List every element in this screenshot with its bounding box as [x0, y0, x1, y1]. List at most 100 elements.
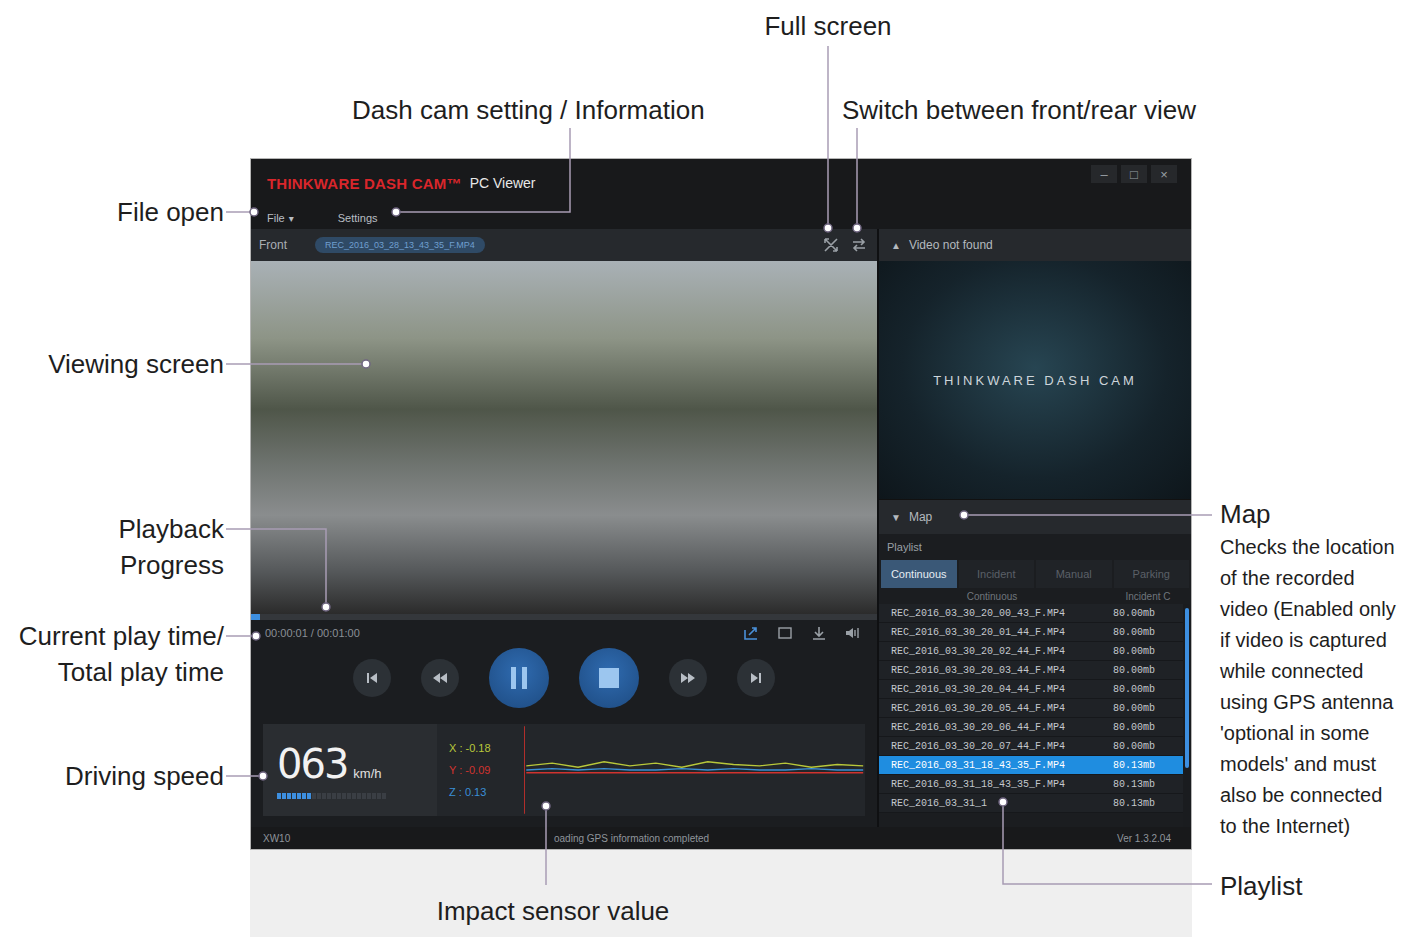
callout-note: of the recorded — [1220, 563, 1420, 594]
driving-speed: 063 km/h — [263, 724, 437, 816]
callout-note: if video is captured — [1220, 625, 1420, 656]
dropdown-arrow-icon: ▾ — [289, 213, 294, 224]
callout-label: Full screen — [700, 8, 956, 44]
speed-segment — [362, 793, 366, 799]
callout-line — [827, 46, 829, 228]
speed-segment — [367, 793, 371, 799]
side-column: ▲Video not found THINKWARE DASH CAM ▼MapPl… — [877, 229, 1191, 827]
callout-note: using GPS antenna — [1220, 687, 1420, 718]
speed-segment — [377, 793, 381, 799]
scroll-thumb[interactable] — [1185, 608, 1189, 768]
playlist-title: Playlist — [879, 534, 1191, 560]
stop-button[interactable] — [579, 648, 639, 708]
playlist-row[interactable]: REC_2016_03_30_20_03_44_F.MP480.00mb — [879, 661, 1183, 680]
expand-arrow-icon: ▼ — [891, 512, 901, 523]
status-message: oading GPS information completed — [554, 833, 1117, 844]
model-name: XW10 — [263, 833, 554, 844]
callout-dot — [392, 208, 400, 216]
playlist-tab[interactable]: Continuous — [881, 560, 957, 588]
status-bar: XW10oading GPS information completedVer … — [251, 827, 1191, 849]
playlist-row[interactable]: REC_2016_03_30_20_00_43_F.MP480.00mb — [879, 604, 1183, 623]
speed-value: 063 — [277, 741, 347, 787]
column-header: Continuous — [879, 591, 1105, 602]
callout-line — [226, 635, 256, 637]
view-label: Front — [259, 238, 287, 252]
playlist-row[interactable]: REC_2016_03_30_20_05_44_F.MP480.00mb — [879, 699, 1183, 718]
version: Ver 1.3.2.04 — [1117, 833, 1171, 844]
callout-note: to the Internet) — [1220, 811, 1420, 842]
playback-controls — [251, 646, 877, 710]
sensor-line — [526, 772, 863, 773]
window-icon[interactable] — [777, 626, 793, 640]
play-time: 00:00:01 / 00:01:00 — [265, 627, 360, 639]
playlist-row[interactable]: REC_2016_03_30_20_01_44_F.MP480.00mb — [879, 623, 1183, 642]
playlist-row[interactable]: REC_2016_03_30_20_06_44_F.MP480.00mb — [879, 718, 1183, 737]
download-icon[interactable] — [811, 626, 827, 640]
window-controls: –□× — [1091, 165, 1177, 183]
impact-readings: X : -0.18Y : -0.09Z : 0.13 — [437, 724, 519, 816]
playlist-row[interactable]: REC_2016_03_31_18_43_35_F.MP480.13mb — [879, 775, 1183, 794]
playback-progress[interactable] — [251, 614, 877, 620]
window-control-button[interactable]: – — [1091, 165, 1117, 183]
time-row: 00:00:01 / 00:01:00 — [251, 620, 877, 646]
export-icon[interactable] — [743, 626, 759, 640]
speed-unit: km/h — [353, 766, 381, 781]
playlist-tab[interactable]: Parking — [1114, 560, 1190, 588]
rewind-icon — [431, 670, 449, 686]
speed-segment — [312, 793, 316, 799]
callout-line — [226, 529, 326, 607]
callout-label: Current play time/Total play time — [0, 618, 224, 690]
scrollbar[interactable] — [1183, 604, 1191, 827]
rewind-button[interactable] — [421, 659, 459, 697]
playlist-row[interactable]: REC_2016_03_30_20_07_44_F.MP480.00mb — [879, 737, 1183, 756]
drive-data-panel: 063 km/h X : -0.18Y : -0.09Z : 0.13 — [263, 724, 865, 816]
window-control-button[interactable]: □ — [1121, 165, 1147, 183]
speed-segment — [287, 793, 291, 799]
impact-sensor-graph — [519, 724, 865, 816]
callout-dot — [252, 632, 260, 640]
file-name: REC_2016_03_28_13_43_35_F.MP4 — [315, 237, 485, 253]
playlist-tab[interactable]: Manual — [1036, 560, 1112, 588]
playlist-row[interactable]: REC_2016_03_30_20_04_44_F.MP480.00mb — [879, 680, 1183, 699]
menu-bar: File▾ Settings — [251, 207, 1191, 229]
speed-segment — [347, 793, 351, 799]
map-toggle[interactable]: ▼Map — [879, 499, 1191, 534]
playlist-row[interactable]: REC_2016_03_31_18_43_35_F.MP480.13mb — [879, 756, 1183, 775]
callout-line — [226, 363, 366, 365]
playlist-header: ContinuousIncident C — [879, 588, 1191, 604]
callout-note: models' and must — [1220, 749, 1420, 780]
menu-item[interactable]: Settings — [338, 212, 378, 224]
speed-segment — [307, 793, 311, 799]
callout-label: MapChecks the locationof the recordedvid… — [1220, 496, 1420, 842]
pc-viewer-window: THINKWARE DASH CAM™PC Viewer–□×File▾Sett… — [250, 158, 1192, 850]
sensor-reading: X : -0.18 — [449, 742, 519, 754]
window-control-button[interactable]: × — [1151, 165, 1177, 183]
sensor-line — [526, 769, 863, 770]
speed-segment — [282, 793, 286, 799]
progress-fill — [251, 614, 260, 620]
pause-icon — [508, 665, 530, 691]
logo: THINKWARE DASH CAM — [933, 373, 1137, 388]
volume-icon[interactable] — [845, 626, 861, 640]
rear-view-header[interactable]: ▲Video not found — [879, 229, 1191, 261]
callout-label: Impact sensor value — [403, 893, 703, 929]
speed-segment — [332, 793, 336, 799]
playlist-tab[interactable]: Incident — [959, 560, 1035, 588]
previous-file-button[interactable] — [353, 659, 391, 697]
playlist: REC_2016_03_30_20_00_43_F.MP480.00mbREC_… — [879, 604, 1191, 827]
callout-line — [396, 128, 570, 212]
callout-dot — [824, 224, 832, 232]
callout-line — [964, 514, 1212, 516]
playlist-row[interactable]: REC_2016_03_30_20_02_44_F.MP480.00mb — [879, 642, 1183, 661]
viewing-screen — [251, 261, 877, 614]
fast-forward-button[interactable] — [669, 659, 707, 697]
menu-item[interactable]: File▾ — [267, 212, 294, 224]
callout-line — [1003, 802, 1212, 884]
playlist-row[interactable]: REC_2016_03_31_180.13mb — [879, 794, 1183, 813]
next-file-button[interactable] — [737, 659, 775, 697]
play-pause-button[interactable] — [489, 648, 549, 708]
switch-view-icon[interactable] — [851, 237, 867, 253]
full-screen-icon[interactable] — [823, 237, 839, 253]
skip-back-icon — [364, 670, 380, 686]
callout-dot — [853, 224, 861, 232]
